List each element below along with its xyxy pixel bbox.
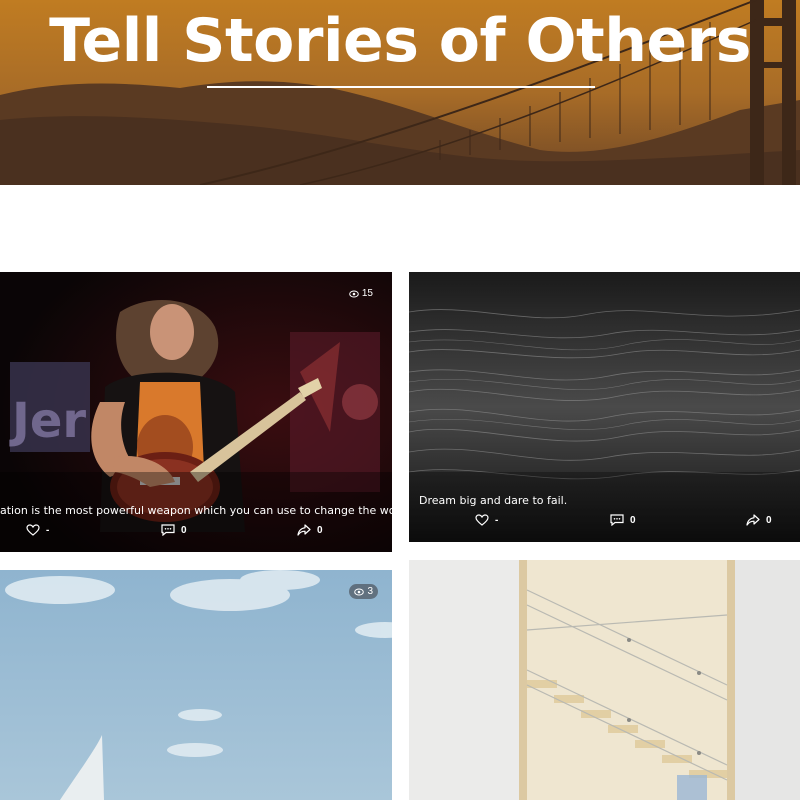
story-card-1[interactable]: Jer 15 ation is the most powerful weapon… (0, 272, 392, 552)
eye-icon (349, 290, 359, 297)
eye-icon (354, 588, 365, 595)
view-count: 15 (344, 286, 378, 301)
share-icon (297, 524, 311, 536)
comment-icon (610, 514, 624, 526)
card-caption: Dream big and dare to fail. (419, 494, 568, 507)
story-card-4[interactable] (409, 560, 800, 800)
like-count: - (495, 514, 499, 526)
share-count: 0 (766, 514, 772, 526)
share-icon (746, 514, 760, 526)
heart-icon (26, 524, 40, 536)
view-count-value: 15 (361, 288, 373, 299)
comment-button[interactable]: 0 (161, 524, 187, 536)
heart-icon (475, 514, 489, 526)
hero-banner: Tell Stories of Others (0, 0, 800, 185)
share-button[interactable]: 0 (746, 514, 772, 526)
share-count: 0 (317, 524, 323, 536)
sky-photo (0, 570, 392, 800)
comment-count: 0 (181, 524, 187, 536)
card-actions: - 0 0 (0, 524, 392, 542)
view-count: 3 (349, 584, 378, 599)
staircase-photo (409, 560, 800, 800)
card-actions: - 0 0 (409, 514, 800, 532)
page-title: Tell Stories of Others (49, 6, 751, 76)
share-button[interactable]: 0 (297, 524, 323, 536)
title-underline (207, 86, 595, 88)
comment-button[interactable]: 0 (610, 514, 636, 526)
view-count-value: 3 (367, 586, 373, 597)
like-button[interactable]: - (475, 514, 498, 526)
like-button[interactable]: - (26, 524, 49, 536)
story-card-2[interactable]: Dream big and dare to fail. - 0 0 (409, 272, 800, 542)
card-caption: ation is the most powerful weapon which … (0, 504, 392, 517)
like-count: - (46, 524, 50, 536)
svg-text:Jer: Jer (9, 393, 86, 449)
comment-count: 0 (630, 514, 636, 526)
story-card-3[interactable]: 3 (0, 570, 392, 800)
comment-icon (161, 524, 175, 536)
